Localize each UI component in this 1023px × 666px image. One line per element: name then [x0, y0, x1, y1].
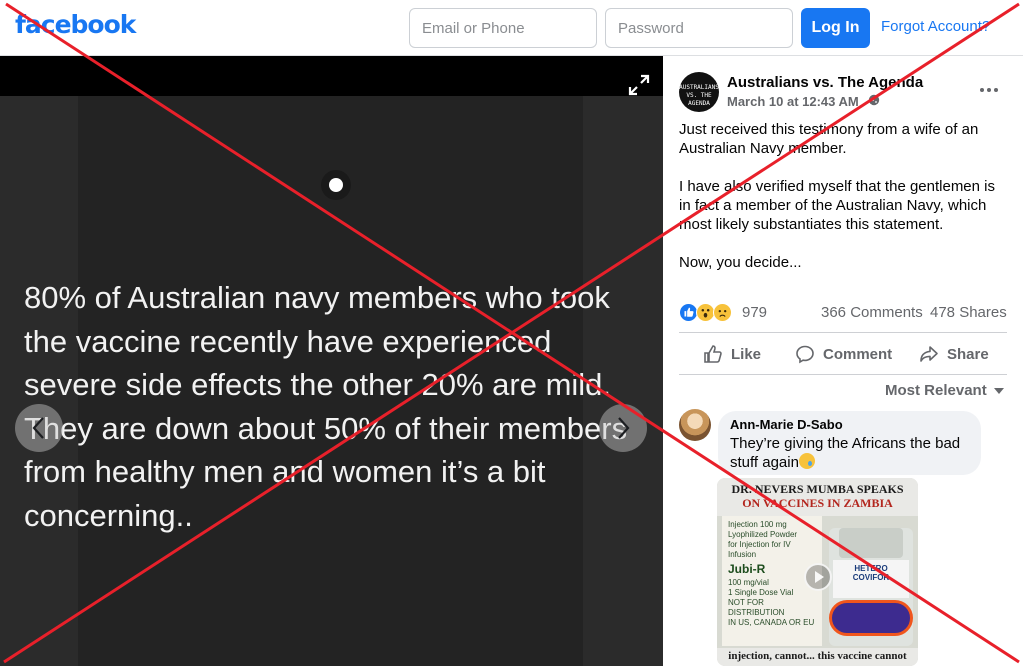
comment-text: They’re giving the Africans the bad stuf…	[730, 434, 969, 472]
comment-video-thumbnail[interactable]: DR. NEVERS MUMBA SPEAKS ON VACCINES IN Z…	[717, 478, 918, 666]
media-viewer: 80% of Australian navy members who took …	[0, 56, 663, 666]
comments-count[interactable]: 366 Comments	[821, 304, 923, 321]
vial-text: NOT FOR DISTRIBUTION	[728, 598, 785, 617]
like-label: Like	[731, 345, 762, 363]
post-paragraph: Just received this testimony from a wife…	[679, 121, 979, 157]
forgot-account-link[interactable]: Forgot Account?	[881, 18, 990, 35]
share-label: Share	[947, 345, 989, 363]
reaction-count[interactable]: 979	[742, 304, 767, 321]
expand-icon[interactable]	[628, 74, 650, 96]
vial-text: for Injection for IV Infusion	[728, 540, 791, 559]
share-icon	[920, 346, 938, 362]
commenter-avatar[interactable]	[679, 409, 711, 441]
caret-down-icon[interactable]	[994, 388, 1004, 394]
vial-name: COVIFOR	[852, 573, 890, 582]
video-title: DR. NEVERS MUMBA SPEAKS ON VACCINES IN Z…	[717, 478, 918, 516]
vial-text: 1 Single Dose Vial	[728, 588, 794, 597]
vial-text: Injection 100 mg	[728, 520, 787, 529]
chevron-right-icon	[618, 417, 630, 439]
comment-body: They’re giving the Africans the bad stuf…	[730, 435, 961, 471]
page-name[interactable]: Australians vs. The Agenda	[727, 74, 923, 91]
email-field[interactable]	[409, 8, 597, 48]
video-title-line2: ON VACCINES IN ZAMBIA	[742, 496, 893, 510]
comment-label: Comment	[823, 345, 893, 363]
post-paragraph: Now, you decide...	[679, 254, 802, 271]
comment-button[interactable]: Comment	[795, 334, 892, 374]
sort-comments-dropdown[interactable]: Most Relevant	[885, 382, 987, 399]
vial-text: Jubi-R	[728, 562, 766, 576]
globe-icon	[868, 94, 880, 106]
sad-reaction-icon	[713, 303, 732, 322]
vial-brand: HETERO	[854, 564, 888, 573]
camera-dot-icon	[321, 170, 351, 200]
vial-text: IN US, CANADA OR EU	[728, 618, 815, 627]
top-bar: facebook Log In Forgot Account?	[0, 0, 1023, 56]
chevron-left-icon	[32, 417, 44, 439]
vial-cap	[839, 528, 903, 558]
more-options-icon[interactable]	[977, 80, 1001, 100]
previous-button[interactable]	[15, 404, 63, 452]
reactions-bar: 979 366 Comments 478 Shares	[679, 302, 1007, 324]
login-button[interactable]: Log In	[801, 8, 870, 48]
post-date[interactable]: March 10 at 12:43 AM	[727, 94, 859, 109]
video-caption: injection, cannot... this vaccine cannot	[717, 648, 918, 666]
media-caption-text: 80% of Australian navy members who took …	[24, 280, 628, 533]
vial-label: HETERO COVIFOR	[833, 560, 909, 598]
comment-icon	[796, 345, 814, 364]
vial-text: 100 mg/vial	[728, 578, 769, 587]
shares-count[interactable]: 478 Shares	[930, 304, 1007, 321]
vial-right: HETERO COVIFOR	[829, 528, 913, 646]
video-title-line1: DR. NEVERS MUMBA SPEAKS	[731, 482, 904, 496]
comment-author[interactable]: Ann-Marie D-Sabo	[730, 417, 969, 432]
comment-bubble: Ann-Marie D-Sabo They’re giving the Afri…	[718, 411, 981, 475]
vial-text: Lyophilized Powder	[728, 530, 798, 539]
reaction-icons[interactable]	[679, 302, 741, 322]
post-actions: Like Comment Share	[679, 334, 1007, 374]
media-image: 80% of Australian navy members who took …	[0, 96, 663, 666]
next-button[interactable]	[599, 404, 647, 452]
post-body: Just received this testimony from a wife…	[679, 120, 999, 291]
sad-tear-emoji-icon	[798, 453, 815, 469]
divider	[679, 374, 1007, 375]
divider	[679, 332, 1007, 333]
vial-band	[829, 600, 913, 636]
post-paragraph: I have also verified myself that the gen…	[679, 178, 995, 233]
facebook-logo[interactable]: facebook	[15, 10, 136, 39]
play-icon[interactable]	[804, 563, 832, 591]
password-field[interactable]	[605, 8, 793, 48]
share-button[interactable]: Share	[919, 334, 989, 374]
like-icon	[704, 345, 722, 363]
page-avatar[interactable]: AUSTRALIANS VS. THE AGENDA	[679, 72, 719, 112]
like-button[interactable]: Like	[703, 334, 761, 374]
